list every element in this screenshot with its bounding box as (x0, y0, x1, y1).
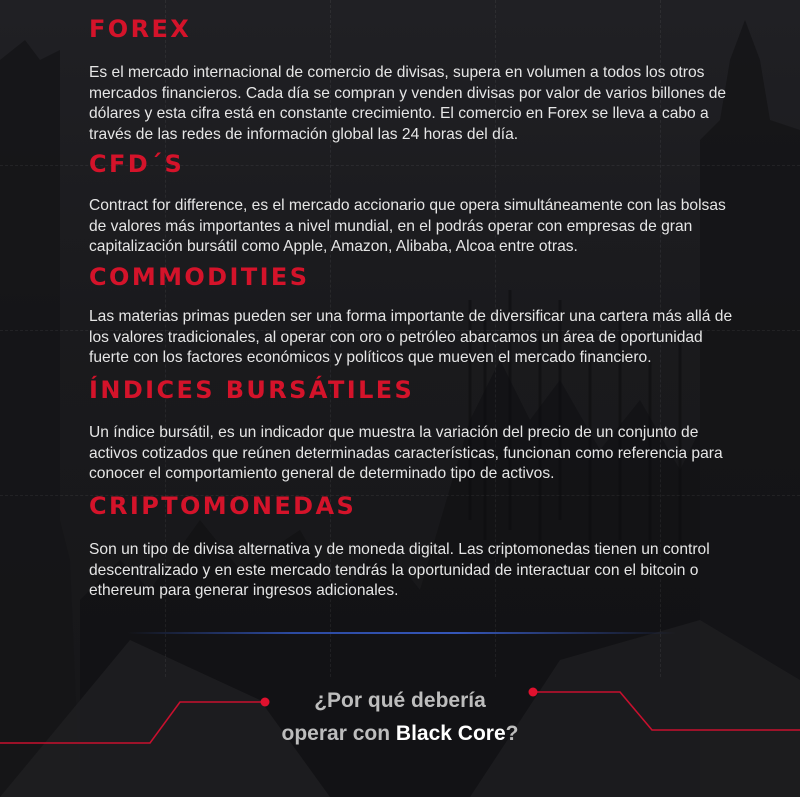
section-body-criptomonedas: Son un tipo de divisa alternativa y de m… (89, 541, 710, 599)
cta-line-2: operar con Black Core? (0, 717, 800, 750)
section-title-criptomonedas: CRIPTOMONEDAS (89, 492, 357, 520)
cta-line-2-prefix: operar con (281, 722, 396, 745)
cta-line-1: ¿Por qué debería (314, 689, 486, 712)
page: FOREX Es el mercado internacional de com… (0, 0, 800, 797)
section-title-forex: FOREX (89, 15, 192, 43)
cta-line-2-suffix: ? (505, 722, 519, 745)
section-title-commodities: COMMODITIES (89, 263, 310, 291)
section-title-cfds: CFD´S (89, 150, 185, 178)
section-divider (128, 632, 676, 634)
section-body-forex: Es el mercado internacional de comercio … (89, 64, 727, 143)
brand-name: Black Core (395, 722, 506, 745)
cta-heading: ¿Por qué debería operar con Black Core? (0, 684, 800, 750)
section-title-indices: ÍNDICES BURSÁTILES (89, 376, 415, 404)
section-body-indices: Un índice bursátil, es un indicador que … (89, 424, 723, 482)
section-body-cfds: Contract for difference, es el mercado a… (89, 197, 726, 255)
section-body-commodities: Las materias primas pueden ser una forma… (89, 308, 733, 366)
